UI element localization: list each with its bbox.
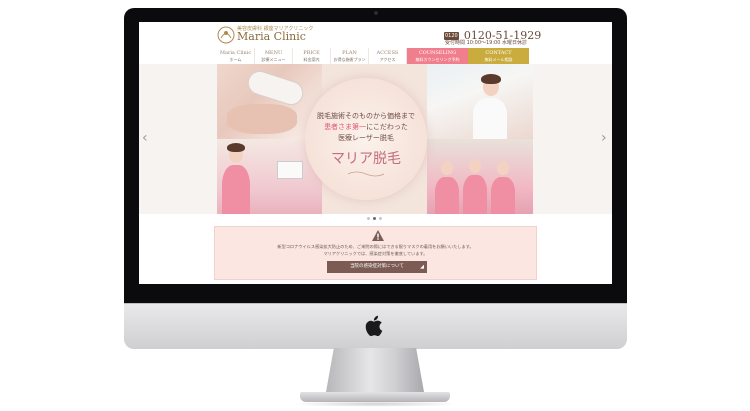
flourish-ornament-icon [347, 171, 385, 177]
hero-copy-line2: 患者さま第一にこだわった [305, 122, 427, 132]
business-hours: 受付時間 10:00～19:00 水曜日休診 [445, 40, 527, 46]
nav-label-jp: お得な施術プラン [333, 57, 366, 62]
notice-text-line2: マリアクリニックでは、感染症対策を徹底しています。 [323, 251, 428, 256]
slider-dots [367, 217, 382, 220]
clinic-doctor-photo [427, 64, 533, 139]
hero-copy-line1: 脱毛施術そのものから価格まで [317, 112, 415, 120]
nav-item-menu[interactable]: MENU 診療メニュー [255, 48, 293, 64]
nav-label-en: CONTACT [485, 50, 512, 56]
nav-item-price[interactable]: PRICE 料金案内 [293, 48, 331, 64]
nav-label-en: PLAN [342, 50, 357, 56]
website-screen: 美容皮膚科 銀座マリアクリニック Maria Clinic 0120 0120-… [139, 22, 612, 284]
main-nav: Maria Clinic ホーム MENU 診療メニュー PRICE 料金案内 … [217, 48, 529, 64]
infection-measures-button[interactable]: 当院の感染症対策について ◢ [327, 261, 427, 273]
nav-label-jp: 診療メニュー [261, 57, 286, 62]
monitor-stand [326, 348, 424, 392]
nav-label-jp: 無料カウンセリング予約 [415, 57, 460, 62]
counseling-button[interactable]: COUNSELING 無料カウンセリング予約 [407, 48, 468, 64]
slider-dot[interactable] [367, 217, 370, 220]
hero-slide[interactable]: 脱毛施術そのものから価格まで 患者さま第一にこだわった 医療レーザー脱毛 マリア… [217, 64, 533, 214]
contact-button[interactable]: CONTACT 無料メール相談 [468, 48, 529, 64]
nav-label-jp: 料金案内 [303, 57, 320, 62]
nav-label-en: PRICE [303, 50, 320, 56]
nav-label-en: Maria Clinic [219, 50, 252, 56]
imac-mockup: 美容皮膚科 銀座マリアクリニック Maria Clinic 0120 0120-… [0, 0, 750, 411]
infection-measures-label: 当院の感染症対策について [350, 264, 404, 269]
hero-slider: 脱毛施術そのものから価格まで 患者さま第一にこだわった 医療レーザー脱毛 マリア… [139, 64, 612, 214]
nav-label-jp: 無料メール相談 [484, 57, 513, 62]
nav-label-jp: ホーム [229, 57, 242, 62]
stand-shadow [290, 401, 460, 407]
hero-copy-emphasis: 患者さま第一 [324, 123, 367, 131]
slider-dot[interactable] [379, 217, 382, 220]
site-header: 美容皮膚科 銀座マリアクリニック Maria Clinic 0120 0120-… [139, 22, 612, 48]
notice-text-line1: 新型コロナウイルス感染拡大防止のため、ご来院の際にはできる限りマスクの着用をお願… [277, 244, 474, 249]
apple-logo-icon [365, 315, 383, 337]
nav-item-access[interactable]: ACCESS アクセス [369, 48, 407, 64]
hero-copy-line3: 医療レーザー脱毛 [338, 134, 394, 142]
nav-label-en: COUNSELING [418, 50, 457, 56]
nav-label-en: MENU [264, 50, 283, 56]
nav-item-home[interactable]: Maria Clinic ホーム [217, 48, 255, 64]
covid-notice: 新型コロナウイルス感染拡大防止のため、ご来院の際にはできる限りマスクの着用をお願… [214, 226, 537, 280]
logo-name[interactable]: Maria Clinic [237, 30, 306, 43]
nav-label-en: ACCESS [376, 50, 399, 56]
slider-next-arrow-icon[interactable]: › [601, 130, 607, 146]
hero-message-circle: 脱毛施術そのものから価格まで 患者さま第一にこだわった 医療レーザー脱毛 マリア… [305, 78, 427, 200]
nav-item-plan[interactable]: PLAN お得な施術プラン [331, 48, 369, 64]
slider-prev-arrow-icon[interactable]: ‹ [142, 130, 148, 146]
warning-icon [372, 230, 384, 241]
corner-arrow-icon: ◢ [420, 264, 424, 270]
clinic-logo-icon[interactable] [217, 26, 235, 44]
staff-group-photo [427, 139, 533, 214]
camera-icon [374, 11, 378, 15]
hero-title: マリア脱毛 [331, 151, 401, 167]
hero-copy-line2-rest: にこだわった [366, 123, 408, 131]
nav-label-jp: アクセス [379, 57, 396, 62]
slider-dot-active[interactable] [373, 217, 376, 220]
